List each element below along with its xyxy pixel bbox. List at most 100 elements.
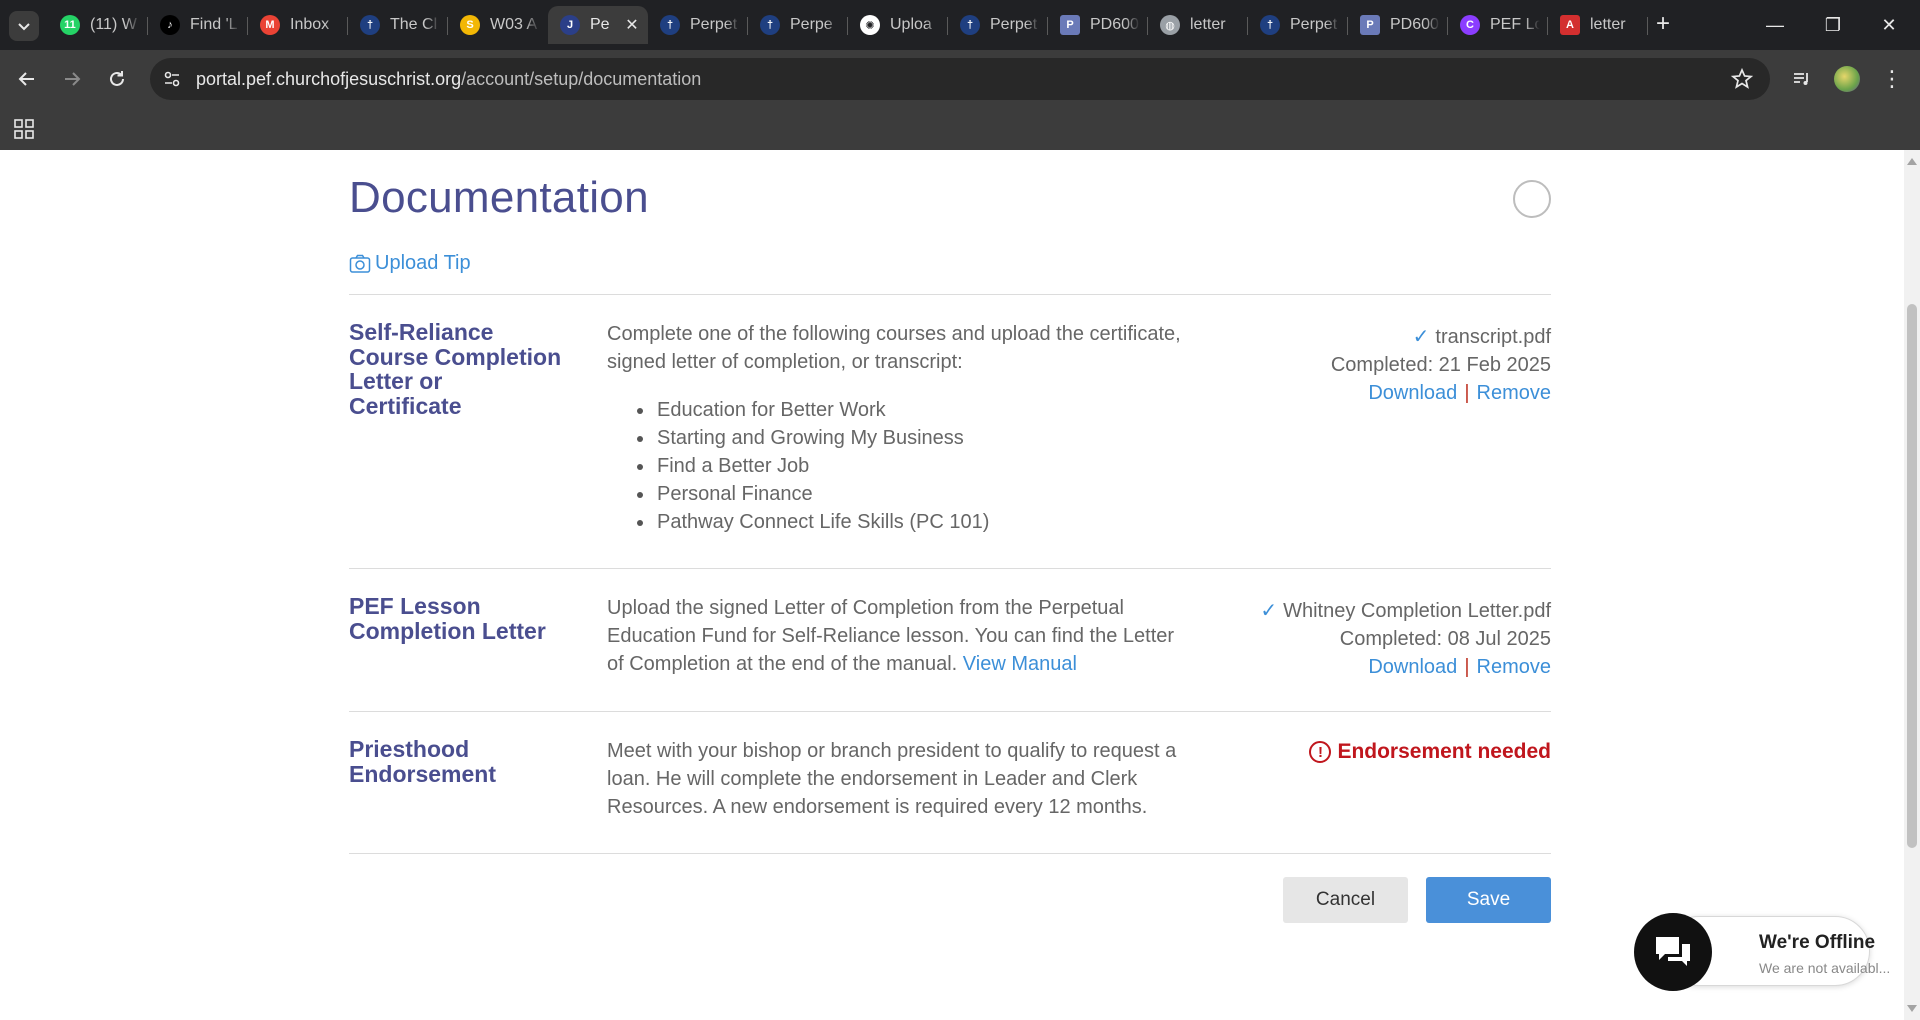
- browser-tab[interactable]: † Perpe: [748, 6, 848, 44]
- file-name: transcript.pdf: [1435, 326, 1551, 348]
- browser-tab[interactable]: ◍ letter: [1148, 6, 1248, 44]
- chat-bubbles-icon: [1656, 937, 1690, 966]
- forward-button[interactable]: [56, 63, 88, 95]
- tab-title: Perpet: [990, 16, 1038, 33]
- chatgpt-icon: ✺: [860, 15, 880, 35]
- canva-icon: C: [1460, 15, 1480, 35]
- browser-tab[interactable]: ♪ Find 'L: [148, 6, 248, 44]
- browser-tab[interactable]: P PD600: [1048, 6, 1148, 44]
- page-title: Documentation: [349, 173, 649, 222]
- remove-link[interactable]: Remove: [1477, 656, 1551, 678]
- playlist-icon: [1794, 73, 1808, 85]
- scroll-up-icon[interactable]: [1907, 158, 1917, 165]
- gmail-icon: M: [260, 15, 280, 35]
- document-icon: P: [1360, 15, 1380, 35]
- download-link[interactable]: Download: [1368, 656, 1457, 678]
- requirement-description: Upload the signed Letter of Completion f…: [607, 594, 1187, 678]
- tab-title: Find 'L: [190, 16, 238, 33]
- browser-tab[interactable]: S W03 A: [448, 6, 548, 44]
- browser-menu-button[interactable]: ⋮: [1876, 63, 1908, 95]
- title-line: Priesthood: [349, 736, 470, 762]
- byu-pathway-icon: S: [460, 15, 480, 35]
- window-close-button[interactable]: ✕: [1866, 8, 1912, 42]
- back-button[interactable]: [11, 63, 43, 95]
- media-controls-button[interactable]: [1786, 63, 1818, 95]
- tab-title: Perpet: [690, 16, 738, 33]
- browser-tab[interactable]: J Pe ✕: [548, 6, 648, 44]
- minimize-button[interactable]: —: [1752, 8, 1798, 42]
- arrow-right-icon: [65, 72, 81, 86]
- document-icon: P: [1060, 15, 1080, 35]
- chat-widget[interactable]: We're Offline We are not availabl...: [1634, 913, 1890, 991]
- requirement-description: Complete one of the following courses an…: [607, 323, 1181, 373]
- tab-strip: 11 (11) W ♪ Find 'L M Inbox † The Cl S W03 A J Pe ✕ †…: [0, 0, 1920, 50]
- bookmarks-bar: [0, 108, 1920, 150]
- divider: [349, 294, 1551, 295]
- title-line: PEF Lesson: [349, 593, 481, 619]
- site-info-icon[interactable]: [162, 69, 182, 89]
- scroll-down-icon[interactable]: [1907, 1005, 1917, 1012]
- separator: |: [1464, 382, 1470, 404]
- tab-title: PD600: [1090, 16, 1139, 33]
- list-item: Pathway Connect Life Skills (PC 101): [607, 508, 989, 536]
- upload-status: ✓ transcript.pdf Completed: 21 Feb 2025 D…: [1331, 323, 1551, 407]
- tab-title: (11) W: [90, 16, 137, 33]
- new-tab-button[interactable]: +: [1648, 10, 1678, 40]
- cancel-button[interactable]: Cancel: [1283, 877, 1408, 923]
- tab-title: letter: [1190, 16, 1226, 33]
- profile-button[interactable]: [1831, 63, 1863, 95]
- list-item: Personal Finance: [607, 480, 989, 508]
- requirement-title-self-reliance: Self-Reliance Course Completion Letter o…: [349, 320, 561, 418]
- tab-title: The Cl: [390, 16, 438, 33]
- pdf-icon: A: [1560, 15, 1580, 35]
- reload-icon: [110, 71, 124, 86]
- browser-tab[interactable]: † Perpet: [648, 6, 748, 44]
- pef-icon: J: [560, 15, 580, 35]
- browser-tab[interactable]: † Perpet: [1248, 6, 1348, 44]
- title-line: Endorsement: [349, 760, 496, 787]
- browser-tab[interactable]: † Perpet: [948, 6, 1048, 44]
- tab-title: letter: [1590, 16, 1626, 33]
- page-viewport: Documentation Upload Tip Self-Reliance C…: [0, 150, 1904, 1020]
- tab-search-button[interactable]: [9, 11, 39, 41]
- upload-tip-link[interactable]: Upload Tip: [349, 252, 471, 275]
- url-text: portal.pef.churchofjesuschrist.org/accou…: [196, 69, 701, 90]
- save-button[interactable]: Save: [1426, 877, 1551, 923]
- tab-title: Uploa: [890, 16, 932, 33]
- chat-subtitle: We are not availabl...: [1759, 960, 1891, 976]
- browser-tab[interactable]: M Inbox: [248, 6, 348, 44]
- tab-title: Perpet: [1290, 16, 1338, 33]
- view-manual-link[interactable]: View Manual: [963, 653, 1077, 675]
- restore-button[interactable]: ❐: [1810, 8, 1856, 42]
- browser-tab[interactable]: P PD600: [1348, 6, 1448, 44]
- browser-tab[interactable]: Aletter: [1548, 6, 1648, 44]
- address-bar[interactable]: portal.pef.churchofjesuschrist.org/accou…: [150, 58, 1770, 100]
- completed-date: Completed: 21 Feb 2025: [1330, 354, 1551, 376]
- upload-status: ✓ Whitney Completion Letter.pdf Completed…: [1260, 597, 1551, 681]
- title-line: Letter or: [349, 368, 443, 394]
- requirement-description: Meet with your bishop or branch presiden…: [607, 740, 1177, 818]
- browser-tab[interactable]: ✺ Uploa: [848, 6, 948, 44]
- church-icon: †: [1260, 15, 1280, 35]
- tab-close-icon[interactable]: ✕: [624, 15, 640, 35]
- chat-launcher-button[interactable]: [1634, 913, 1712, 991]
- apps-grid-icon[interactable]: [13, 118, 35, 140]
- bookmark-star-icon[interactable]: [1730, 67, 1754, 91]
- completed-date: Completed: 08 Jul 2025: [1339, 628, 1551, 650]
- browser-tab[interactable]: † The Cl: [348, 6, 448, 44]
- divider: [349, 853, 1551, 854]
- loading-spinner: [1513, 180, 1551, 218]
- page-scrollbar[interactable]: [1904, 150, 1920, 1020]
- download-link[interactable]: Download: [1368, 382, 1457, 404]
- tiktok-icon: ♪: [160, 15, 180, 35]
- reload-button[interactable]: [101, 63, 133, 95]
- tab-title: W03 A: [490, 16, 538, 33]
- remove-link[interactable]: Remove: [1477, 382, 1551, 404]
- list-item: Starting and Growing My Business: [607, 424, 989, 452]
- browser-tab[interactable]: 11 (11) W: [48, 6, 148, 44]
- divider: [349, 568, 1551, 569]
- chat-title: We're Offline: [1759, 932, 1876, 953]
- scroll-thumb[interactable]: [1907, 304, 1917, 848]
- divider: [349, 711, 1551, 712]
- browser-tab[interactable]: C PEF Lo: [1448, 6, 1548, 44]
